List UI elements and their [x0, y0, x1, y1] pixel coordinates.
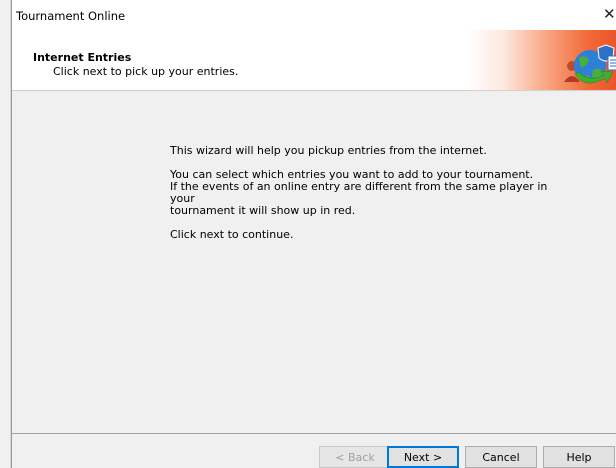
- wizard-body: This wizard will help you pickup entries…: [170, 145, 550, 253]
- back-button[interactable]: < Back: [319, 446, 391, 468]
- background-window-edge: [0, 0, 11, 468]
- globe-update-icon: [564, 44, 616, 84]
- wizard-dialog: Tournament Online ✕ Internet Entries Cli…: [11, 0, 616, 468]
- next-button[interactable]: Next >: [387, 446, 459, 468]
- description-text: You can select which entries you want to…: [170, 168, 548, 217]
- intro-text: This wizard will help you pickup entries…: [170, 144, 487, 157]
- continue-text: Click next to continue.: [170, 228, 294, 241]
- window-title: Tournament Online: [16, 9, 126, 23]
- button-bar: < Back Next > Cancel Help: [12, 433, 616, 468]
- cancel-button[interactable]: Cancel: [465, 446, 537, 468]
- close-icon[interactable]: ✕: [603, 6, 616, 22]
- wizard-header: Internet Entries Click next to pick up y…: [12, 30, 616, 91]
- title-bar[interactable]: Tournament Online ✕: [12, 0, 616, 30]
- header-title: Internet Entries: [33, 51, 132, 64]
- help-button[interactable]: Help: [543, 446, 615, 468]
- footer-separator: [12, 433, 616, 434]
- header-subtitle: Click next to pick up your entries.: [53, 65, 239, 78]
- header-banner: [467, 30, 616, 90]
